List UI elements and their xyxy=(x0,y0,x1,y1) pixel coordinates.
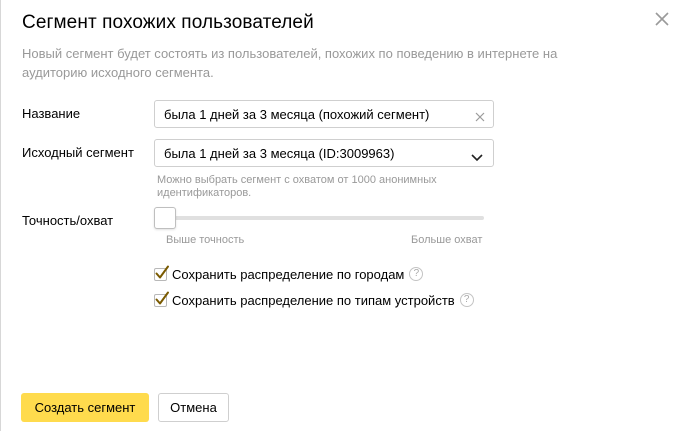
accuracy-right-label: Больше охват xyxy=(411,234,483,246)
keep-device-distribution-label: Сохранить распределение по типам устройс… xyxy=(172,292,455,308)
accuracy-slider-thumb[interactable] xyxy=(154,207,176,229)
accuracy-label: Точность/охват xyxy=(22,213,114,228)
chevron-down-icon xyxy=(471,149,483,162)
keep-device-distribution-option[interactable]: Сохранить распределение по типам устройс… xyxy=(154,291,474,309)
keep-city-distribution-option[interactable]: Сохранить распределение по городам ? xyxy=(154,265,424,283)
source-segment-label: Исходный сегмент xyxy=(22,145,134,160)
accuracy-left-label: Выше точность xyxy=(166,234,245,246)
keep-device-distribution-checkbox[interactable] xyxy=(154,291,169,307)
help-icon[interactable]: ? xyxy=(459,293,474,307)
checkmark-icon xyxy=(155,291,169,304)
cancel-button[interactable]: Отмена xyxy=(158,393,229,422)
dialog-title: Сегмент похожих пользователей xyxy=(22,12,314,33)
close-icon[interactable] xyxy=(654,11,670,27)
source-segment-select[interactable]: была 1 дней за 3 месяца (ID:3009963) xyxy=(154,139,494,167)
source-segment-hint: Можно выбрать сегмент с охватом от 1000 … xyxy=(157,174,437,199)
keep-city-distribution-label: Сохранить распределение по городам xyxy=(172,266,405,282)
help-icon[interactable]: ? xyxy=(409,267,424,281)
create-segment-button[interactable]: Создать сегмент xyxy=(21,393,149,422)
similar-users-dialog: Сегмент похожих пользователей Новый сегм… xyxy=(0,0,689,431)
source-segment-value: была 1 дней за 3 месяца (ID:3009963) xyxy=(164,146,395,161)
name-input[interactable]: была 1 дней за 3 месяца (похожий сегмент… xyxy=(154,100,494,128)
accuracy-slider-track[interactable] xyxy=(158,216,484,220)
dialog-description: Новый сегмент будет состоять из пользова… xyxy=(22,46,558,80)
name-label: Название xyxy=(22,106,81,121)
name-input-value: была 1 дней за 3 месяца (похожий сегмент… xyxy=(164,107,430,122)
keep-city-distribution-checkbox[interactable] xyxy=(154,265,169,281)
checkmark-icon xyxy=(155,265,169,278)
clear-icon[interactable] xyxy=(475,109,485,122)
